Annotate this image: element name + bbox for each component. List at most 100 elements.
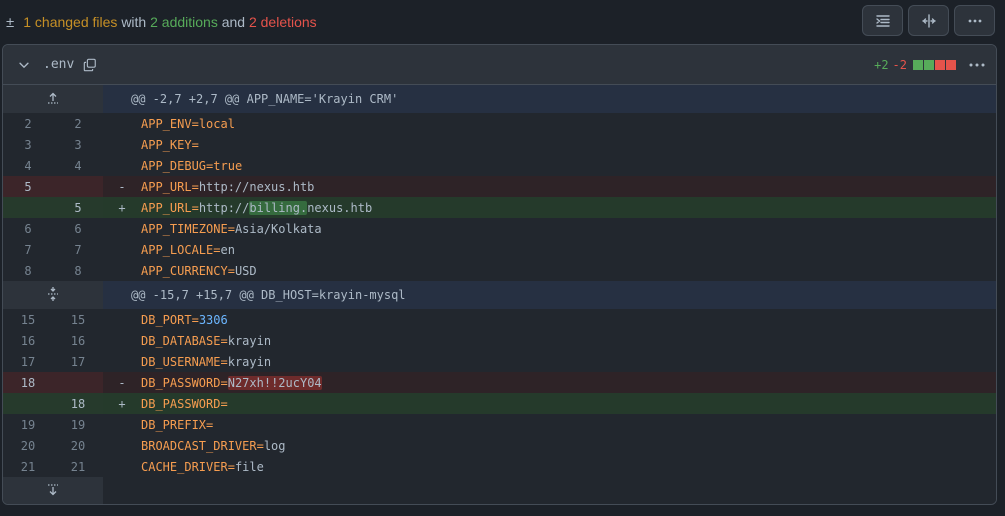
code-content: APP_DEBUG=true	[141, 155, 996, 176]
deleted-line: 18 - DB_PASSWORD=N27xh!!2ucY04	[3, 372, 996, 393]
env-value: http://	[198, 200, 250, 215]
env-equals: =	[191, 179, 199, 194]
expand-context-button[interactable]	[3, 281, 103, 309]
code-content: DB_PORT=3306	[141, 309, 996, 330]
toggle-tree-button[interactable]	[862, 5, 903, 36]
changed-highlight: N27xh!!2ucY04	[227, 375, 322, 390]
context-line: 8 8 APP_CURRENCY=USD	[3, 260, 996, 281]
old-line-number[interactable]: 7	[3, 239, 53, 260]
code-content: APP_TIMEZONE=Asia/Kolkata	[141, 218, 996, 239]
new-line-number[interactable]	[53, 176, 103, 197]
code-content: BROADCAST_DRIVER=log	[141, 435, 996, 456]
old-line-number[interactable]: 4	[3, 155, 53, 176]
diffstat-bar	[946, 60, 956, 70]
old-line-number[interactable]: 2	[3, 113, 53, 134]
new-line-number[interactable]: 17	[53, 351, 103, 372]
old-line-number[interactable]: 20	[3, 435, 53, 456]
new-line-number[interactable]: 20	[53, 435, 103, 456]
new-line-number[interactable]: 6	[53, 218, 103, 239]
diff-sign	[103, 435, 141, 456]
code-content: APP_CURRENCY=USD	[141, 260, 996, 281]
new-line-number[interactable]: 8	[53, 260, 103, 281]
diff-sign	[103, 456, 141, 477]
env-key: DB_PASSWORD	[141, 396, 221, 411]
old-line-number[interactable]: 19	[3, 414, 53, 435]
new-line-number[interactable]: 4	[53, 155, 103, 176]
old-line-number[interactable]: 3	[3, 134, 53, 155]
env-value: Asia/Kolkata	[234, 221, 322, 236]
file-name[interactable]: .env	[43, 57, 74, 72]
code-content: APP_LOCALE=en	[141, 239, 996, 260]
old-line-number[interactable]: 8	[3, 260, 53, 281]
context-line: 19 19 DB_PREFIX=	[3, 414, 996, 435]
env-value: http://nexus.htb	[198, 179, 315, 194]
old-line-number[interactable]	[3, 393, 53, 414]
env-equals: =	[191, 200, 199, 215]
env-equals: =	[191, 312, 199, 327]
env-key: DB_DATABASE	[141, 333, 221, 348]
diff-sign: -	[103, 176, 141, 197]
new-line-number[interactable]: 18	[53, 393, 103, 414]
code-content: DB_DATABASE=krayin	[141, 330, 996, 351]
code-content: APP_ENV=local	[141, 113, 996, 134]
new-line-number[interactable]: 19	[53, 414, 103, 435]
copy-path-button[interactable]	[83, 58, 97, 72]
more-options-button[interactable]	[954, 5, 995, 36]
env-value: local	[198, 116, 235, 131]
old-line-number[interactable]: 21	[3, 456, 53, 477]
context-line: 3 3 APP_KEY=	[3, 134, 996, 155]
hunk-header: @@ -15,7 +15,7 @@ DB_HOST=krayin-mysql	[3, 281, 996, 309]
context-line: 16 16 DB_DATABASE=krayin	[3, 330, 996, 351]
code-content: CACHE_DRIVER=file	[141, 456, 996, 477]
diff-sign	[103, 260, 141, 281]
stat-deletions: -2	[892, 58, 907, 72]
code-content: DB_PASSWORD=N27xh!!2ucY04	[141, 372, 996, 393]
old-line-number[interactable]	[3, 197, 53, 218]
old-line-number[interactable]: 16	[3, 330, 53, 351]
old-line-number[interactable]: 15	[3, 309, 53, 330]
env-value: nexus.htb	[307, 200, 373, 215]
file-options-button[interactable]	[968, 57, 986, 78]
old-line-number[interactable]: 5	[3, 176, 53, 197]
env-value: USD	[234, 263, 257, 278]
diff-sign	[103, 134, 141, 155]
expand-down-button[interactable]	[3, 477, 103, 504]
new-line-number[interactable]: 5	[53, 197, 103, 218]
new-line-number[interactable]: 21	[53, 456, 103, 477]
old-line-number[interactable]: 17	[3, 351, 53, 372]
env-equals: =	[220, 333, 228, 348]
diffstat-bar	[935, 60, 945, 70]
env-equals: =	[256, 438, 264, 453]
old-line-number[interactable]: 18	[3, 372, 53, 393]
expand-context-button[interactable]	[3, 85, 103, 113]
new-line-number[interactable]: 15	[53, 309, 103, 330]
code-content: DB_USERNAME=krayin	[141, 351, 996, 372]
diff-sign: +	[103, 393, 141, 414]
diff-sign	[103, 330, 141, 351]
env-key: APP_LOCALE	[141, 242, 214, 257]
diff-stats: +2 -2	[874, 58, 956, 72]
context-line: 6 6 APP_TIMEZONE=Asia/Kolkata	[3, 218, 996, 239]
env-value: log	[263, 438, 286, 453]
diffstat-bar	[913, 60, 923, 70]
diff-sign	[103, 309, 141, 330]
env-equals: =	[191, 137, 199, 152]
old-line-number[interactable]: 6	[3, 218, 53, 239]
summary-with: with	[121, 14, 147, 30]
collapse-file-button[interactable]	[16, 57, 32, 73]
diff-toolbar	[862, 5, 995, 36]
env-value: file	[234, 459, 264, 474]
split-view-icon	[921, 13, 936, 28]
new-line-number[interactable]: 3	[53, 134, 103, 155]
empty-cell	[103, 477, 996, 504]
env-value: krayin	[227, 333, 272, 348]
expand-down-icon	[48, 483, 58, 495]
diff-sign: +	[103, 197, 141, 218]
kebab-icon	[969, 63, 985, 67]
hunk-header: @@ -2,7 +2,7 @@ APP_NAME='Krayin CRM'	[3, 85, 996, 113]
new-line-number[interactable]: 2	[53, 113, 103, 134]
new-line-number[interactable]: 16	[53, 330, 103, 351]
new-line-number[interactable]	[53, 372, 103, 393]
new-line-number[interactable]: 7	[53, 239, 103, 260]
split-view-button[interactable]	[908, 5, 949, 36]
